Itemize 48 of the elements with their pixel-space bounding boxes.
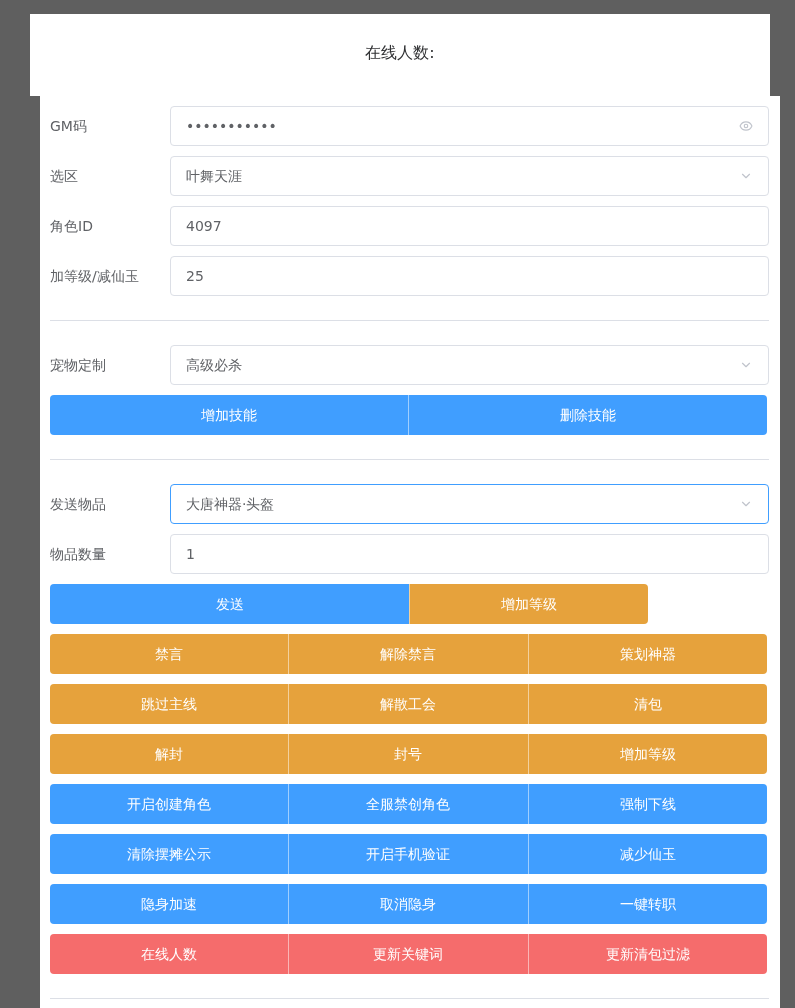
field-label: 物品数量	[50, 544, 107, 564]
action-button[interactable]: 开启手机验证	[288, 834, 528, 874]
select-field[interactable]: 叶舞天涯	[170, 156, 769, 196]
field-value: 高级必杀	[186, 355, 243, 375]
action-button[interactable]: 增加技能	[50, 395, 408, 435]
action-button[interactable]: 全服禁创角色	[288, 784, 528, 824]
action-button[interactable]: 禁言	[50, 634, 289, 674]
action-button[interactable]: 清包	[527, 684, 767, 724]
input-field[interactable]: 4097	[170, 206, 769, 246]
field-label: 加等级/减仙玉	[50, 266, 140, 286]
input-field[interactable]: 1	[170, 534, 769, 574]
action-button[interactable]: 一键转职	[527, 884, 767, 924]
select-field[interactable]: 高级必杀	[170, 345, 769, 385]
field-value: 1	[186, 544, 196, 564]
action-button[interactable]: 更新清包过滤	[527, 934, 767, 974]
action-button[interactable]: 封号	[288, 734, 528, 774]
field-value: 大唐神器·头盔	[186, 494, 276, 514]
input-field[interactable]: •••••••••••	[170, 106, 769, 146]
field-value: 4097	[186, 216, 223, 236]
action-button[interactable]: 解封	[50, 734, 289, 774]
action-button[interactable]: 解散工会	[288, 684, 528, 724]
action-button[interactable]: 发送	[50, 584, 409, 624]
field-label: 选区	[50, 166, 79, 186]
field-label: 发送物品	[50, 494, 107, 514]
action-button[interactable]: 开启创建角色	[50, 784, 289, 824]
field-value: •••••••••••	[186, 116, 278, 136]
action-button[interactable]: 删除技能	[408, 395, 767, 435]
select-field[interactable]: 大唐神器·头盔	[170, 484, 769, 524]
page-title: 在线人数:	[365, 42, 435, 64]
action-button[interactable]: 更新关键词	[288, 934, 528, 974]
action-button[interactable]: 强制下线	[527, 784, 767, 824]
action-button[interactable]: 解除禁言	[288, 634, 528, 674]
action-button[interactable]: 在线人数	[50, 934, 289, 974]
action-button[interactable]: 增加等级	[409, 584, 648, 624]
action-button[interactable]: 隐身加速	[50, 884, 289, 924]
action-button[interactable]: 清除摆摊公示	[50, 834, 289, 874]
field-value: 叶舞天涯	[186, 166, 243, 186]
field-label: GM码	[50, 116, 88, 136]
eye-icon[interactable]	[739, 119, 753, 133]
input-field[interactable]: 25	[170, 256, 769, 296]
field-value: 25	[186, 266, 205, 286]
action-button[interactable]: 增加等级	[527, 734, 767, 774]
action-button[interactable]: 策划神器	[527, 634, 767, 674]
action-button[interactable]: 跳过主线	[50, 684, 289, 724]
action-button[interactable]: 取消隐身	[288, 884, 528, 924]
action-button[interactable]: 减少仙玉	[527, 834, 767, 874]
field-label: 角色ID	[50, 216, 94, 236]
field-label: 宠物定制	[50, 355, 107, 375]
